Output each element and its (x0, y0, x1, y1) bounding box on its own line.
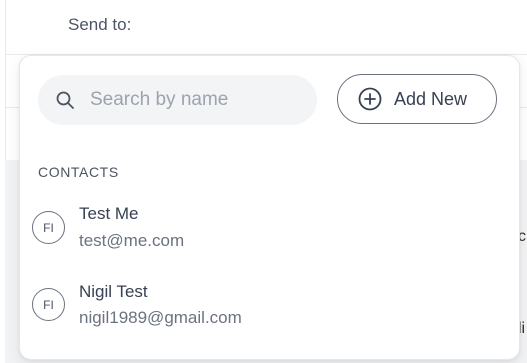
contact-name: Test Me (79, 204, 139, 223)
add-new-button[interactable]: Add New (337, 74, 497, 124)
contacts-section-label: CONTACTS (38, 164, 119, 180)
contact-item[interactable]: FI Nigil Test nigil1989@gmail.com (20, 272, 519, 342)
avatar: FI (32, 211, 65, 244)
add-new-label: Add New (394, 89, 468, 109)
avatar: FI (32, 288, 65, 321)
search-icon (56, 91, 74, 109)
contact-email: test@me.com (79, 231, 185, 250)
contact-email: nigil1989@gmail.com (79, 308, 242, 327)
plus-circle-icon (358, 87, 382, 111)
search-input[interactable] (90, 75, 305, 125)
send-to-label: Send to: (68, 15, 132, 34)
contact-name: Nigil Test (79, 282, 148, 301)
contact-item[interactable]: FI Test Me test@me.com (20, 194, 519, 264)
send-to-dropdown: Add New CONTACTS FI Test Me test@me.com … (19, 55, 520, 360)
search-field[interactable] (38, 75, 317, 125)
